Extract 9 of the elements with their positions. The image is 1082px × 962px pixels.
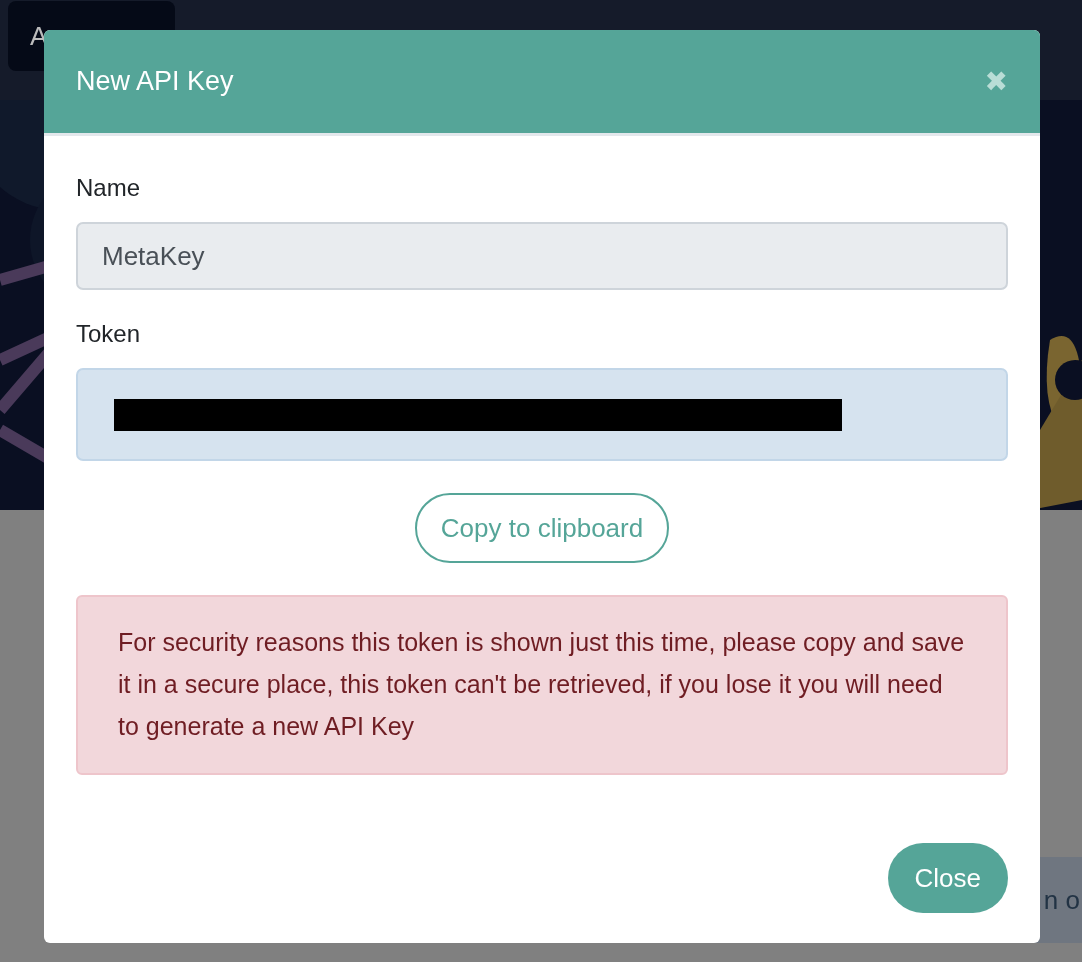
copy-button[interactable]: Copy to clipboard <box>414 493 670 563</box>
card-text: n o <box>1043 884 1080 916</box>
token-field[interactable] <box>76 368 1008 461</box>
close-button[interactable]: Close <box>887 843 1008 913</box>
field-label: Token <box>76 320 141 348</box>
name-field[interactable]: MetaKey <box>76 222 1008 290</box>
field-label: Name <box>76 174 141 202</box>
dialog-title: New API Key <box>76 66 234 97</box>
security-alert: For security reasons this token is shown just this time, please copy and save it in a secure place, this token can't be retrieved, if you lose it you will need to generate a new API Key <box>76 595 1008 775</box>
